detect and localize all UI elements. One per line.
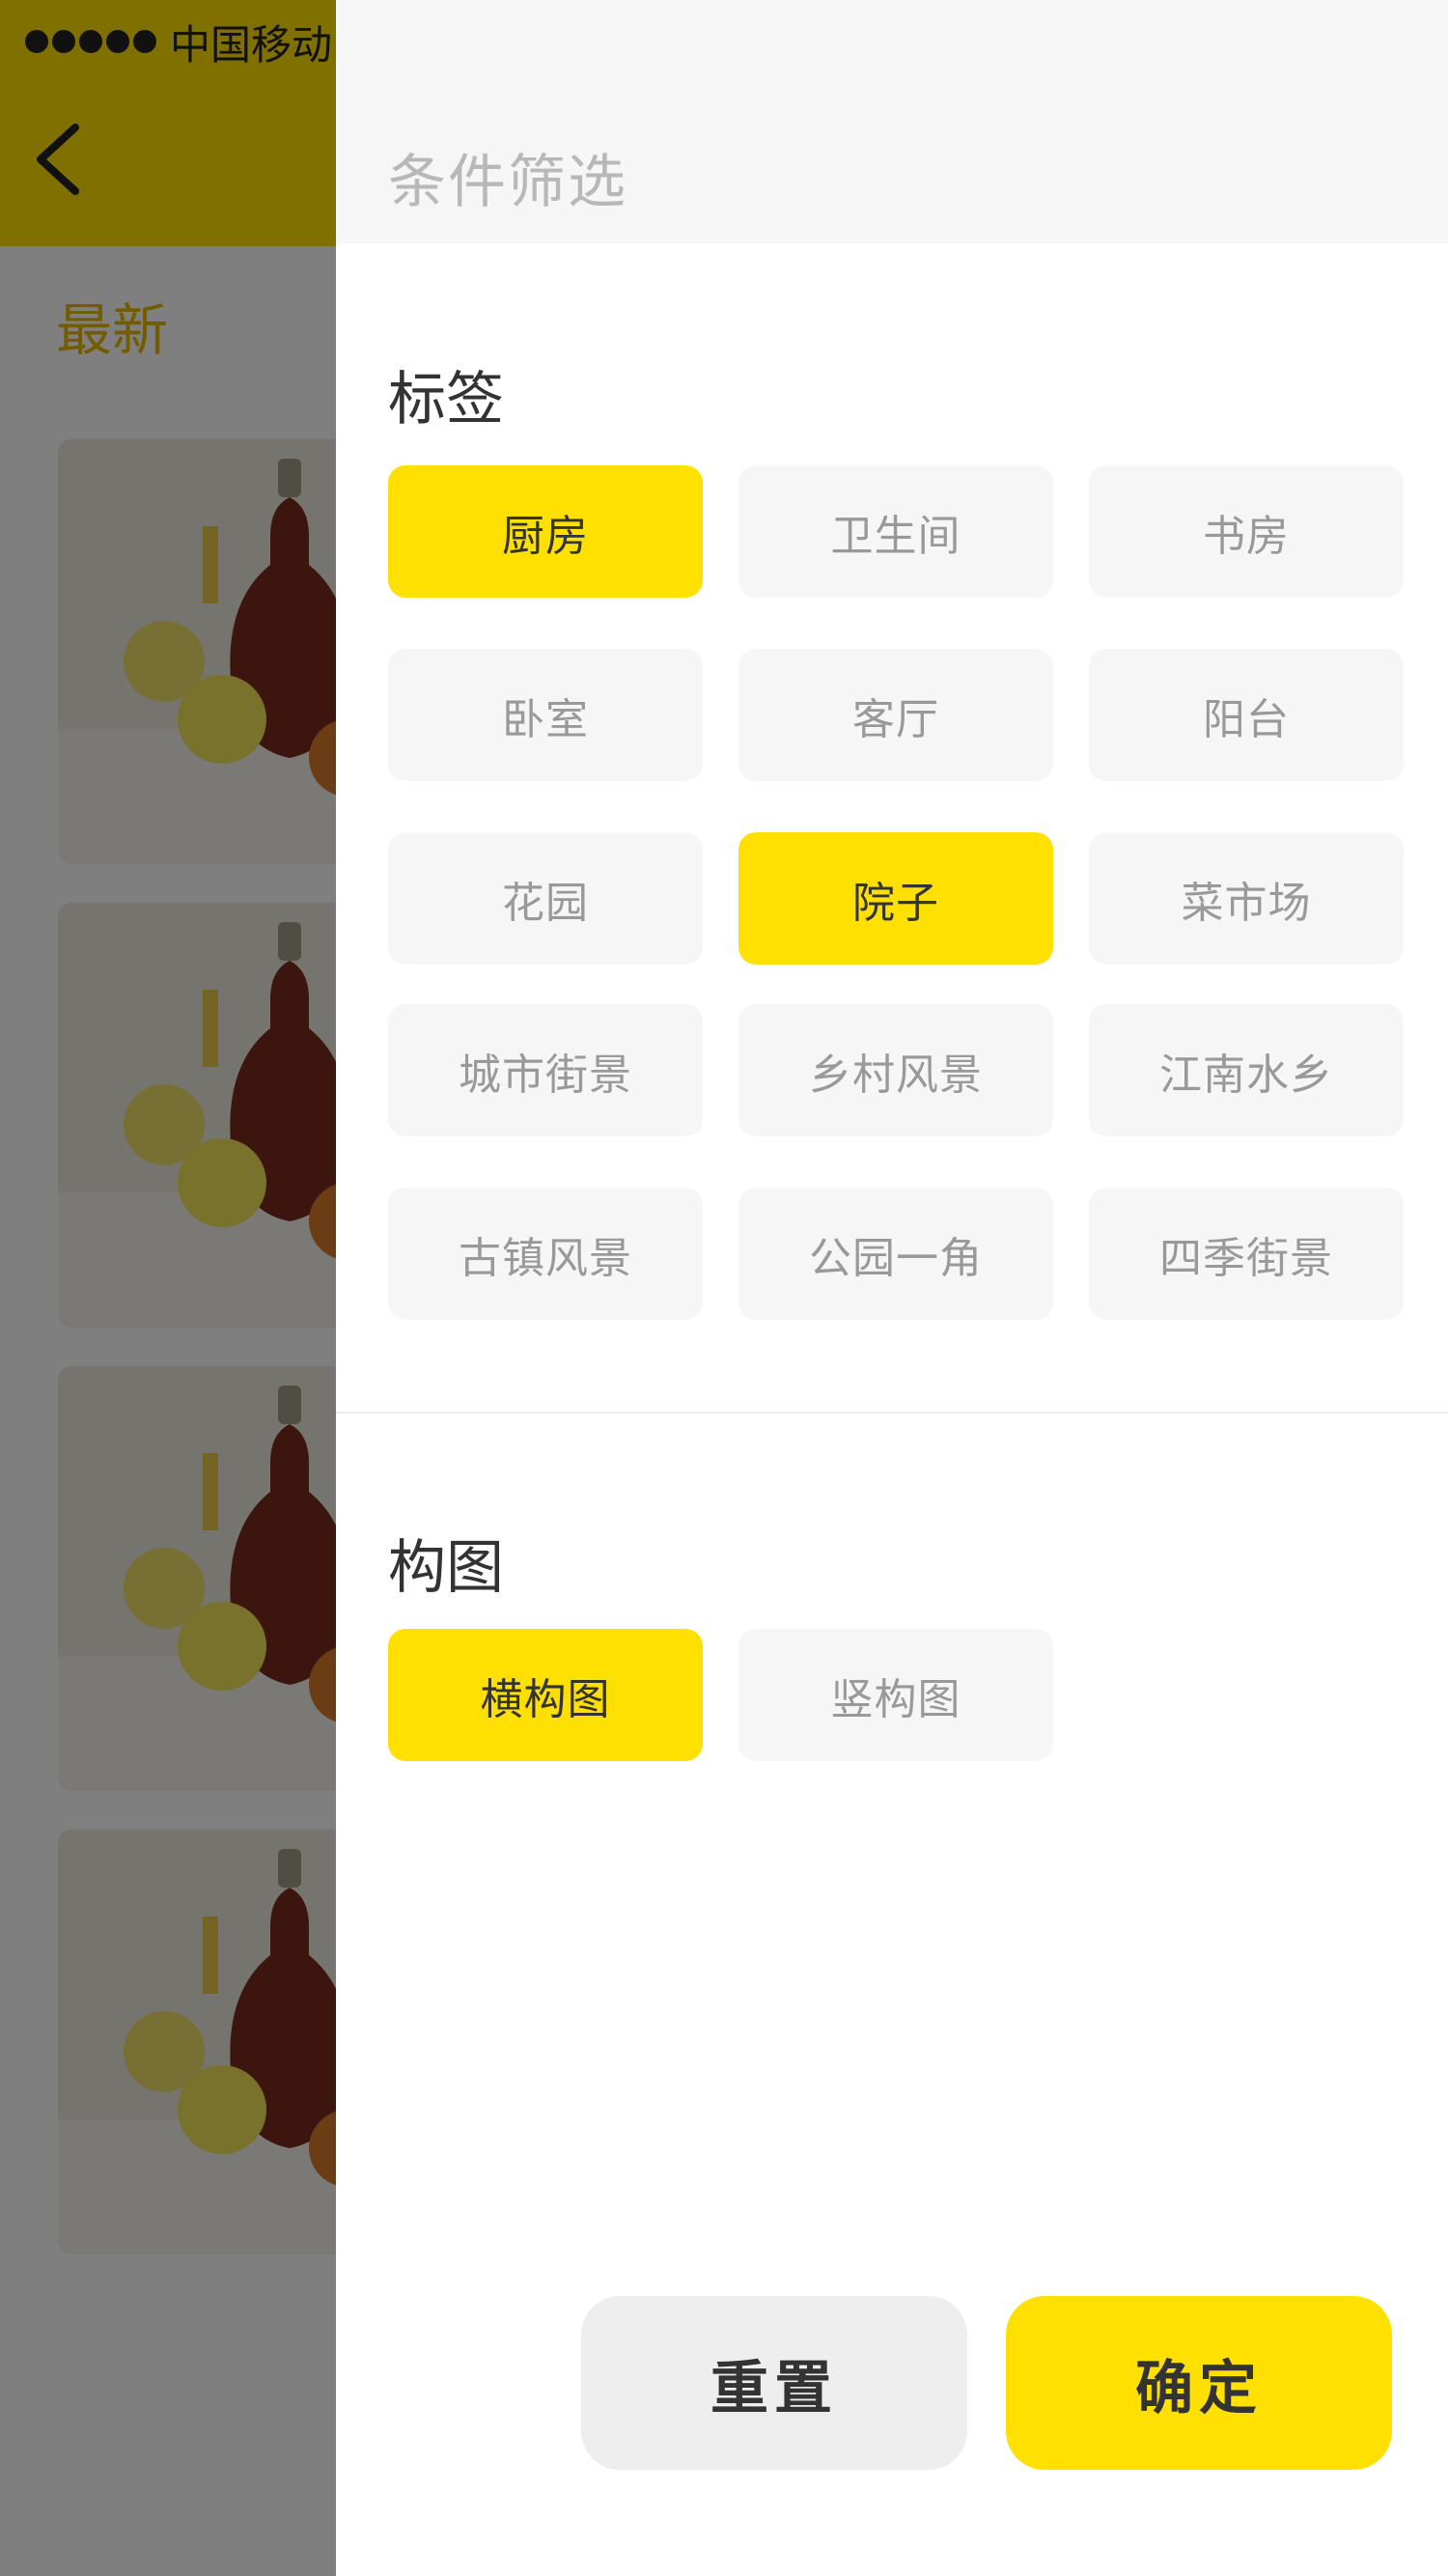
tag-chip[interactable]: 古镇风景 [388, 1188, 703, 1320]
tag-chip[interactable]: 院子 [738, 832, 1053, 965]
tag-chip[interactable]: 卫生间 [738, 465, 1053, 598]
drawer-header: 条件筛选 [336, 0, 1448, 243]
composition-chip[interactable]: 横构图 [388, 1629, 703, 1761]
composition-chip[interactable]: 竖构图 [738, 1629, 1053, 1761]
section-title-tags: 标签 [388, 366, 504, 434]
tag-chip[interactable]: 四季街景 [1089, 1188, 1404, 1320]
drawer-title: 条件筛选 [388, 149, 627, 216]
tag-chip[interactable]: 书房 [1089, 465, 1404, 598]
tag-chip[interactable]: 花园 [388, 832, 703, 965]
tag-chip[interactable]: 公园一角 [738, 1188, 1053, 1320]
section-title-composition: 构图 [388, 1534, 504, 1602]
tag-chip[interactable]: 卧室 [388, 649, 703, 781]
tag-chip[interactable]: 厨房 [388, 465, 703, 598]
tag-chip[interactable]: 阳台 [1089, 649, 1404, 781]
tag-chip[interactable]: 江南水乡 [1089, 1004, 1404, 1136]
filter-drawer: 条件筛选 标签 厨房 卫生间 书房卧室 客厅 阳台花园 院子 菜市场城市街景 乡村风景 江南水乡… [336, 0, 1448, 2576]
tag-chip[interactable]: 客厅 [738, 649, 1053, 781]
tag-chip[interactable]: 城市街景 [388, 1004, 703, 1136]
tag-chip[interactable]: 乡村风景 [738, 1004, 1053, 1136]
tag-chip[interactable]: 菜市场 [1089, 832, 1404, 965]
confirm-button[interactable]: 确定 [1006, 2296, 1392, 2470]
section-divider [336, 1412, 1448, 1414]
reset-button[interactable]: 重置 [581, 2296, 967, 2470]
